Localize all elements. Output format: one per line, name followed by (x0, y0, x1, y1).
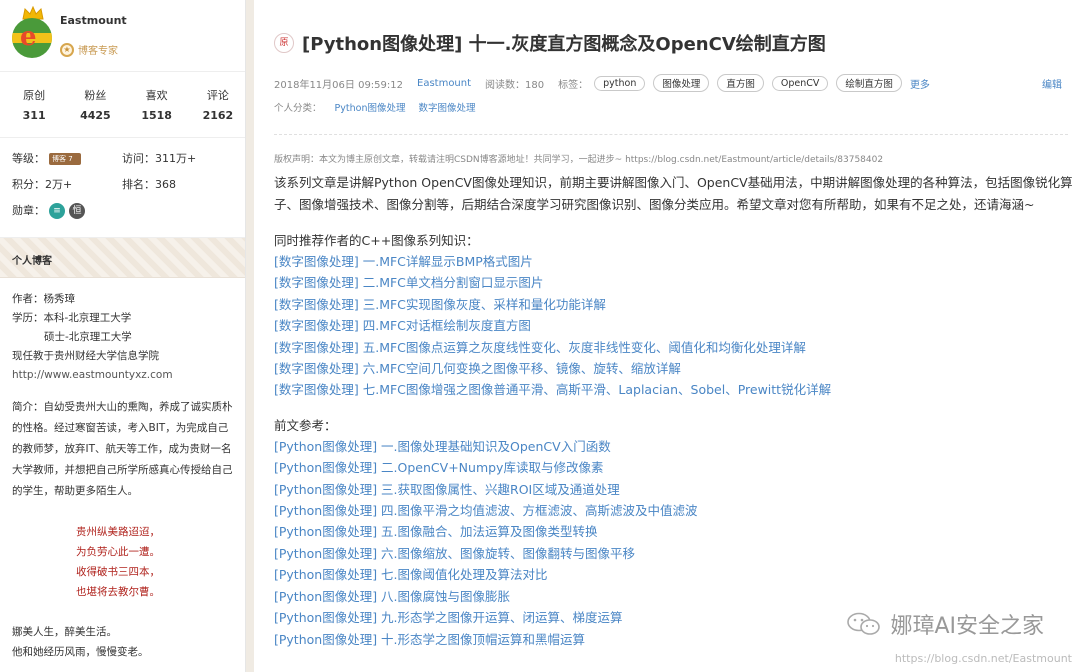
python-article-link[interactable]: [Python图像处理] 四.图像平滑之均值滤波、方框滤波、高斯滤波及中值滤波 (274, 500, 1074, 521)
more-tags-link[interactable]: 更多 (910, 76, 930, 91)
stat-value: 2162 (202, 109, 234, 122)
website-link[interactable]: http://www.eastmountyxz.com (12, 366, 233, 385)
stat-comments: 评论 2162 (191, 87, 245, 137)
stat-value: 1518 (141, 109, 172, 122)
poem-line: 贵州纵美路迢迢， (76, 526, 160, 538)
cpp-article-link[interactable]: [数字图像处理] 四.MFC对话框绘制灰度直方图 (274, 315, 1074, 336)
tag-image-processing[interactable]: 图像处理 (653, 74, 710, 92)
stat-label: 原创 (23, 89, 46, 102)
bio-closing-line: 娜美人生，醉美生活。 (12, 626, 117, 638)
rank-value: 368 (155, 178, 176, 191)
grade-label: 等级： (12, 152, 45, 165)
persistence-medal-icon[interactable]: 恒 (69, 203, 85, 219)
wechat-icon (847, 612, 881, 635)
python-article-link[interactable]: [Python图像处理] 一.图像处理基础知识及OpenCV入门函数 (274, 436, 1074, 457)
bio-closing-line: 他和她经历风雨，慢慢变老。 (12, 646, 149, 658)
category-row: 个人分类： Python图像处理 数字图像处理 (274, 100, 476, 114)
education-line: 硕士-北京理工大学 (44, 331, 132, 343)
previous-articles-heading: 前文参考： (274, 417, 337, 433)
edit-link[interactable]: 编辑 (1042, 76, 1062, 91)
bio-closing: 娜美人生，醉美生活。 他和她经历风雨，慢慢变老。 (12, 622, 233, 662)
article-main: 原 [Python图像处理] 十一.灰度直方图概念及OpenCV绘制直方图 20… (254, 0, 1080, 672)
stat-value: 311 (22, 109, 46, 122)
poem-line: 收得破书三四本， (76, 566, 160, 578)
title-row: 原 [Python图像处理] 十一.灰度直方图概念及OpenCV绘制直方图 (274, 30, 826, 56)
rank-label: 排名： (122, 178, 155, 191)
bio-intro: 简介：自幼受贵州大山的熏陶，养成了诚实质朴的性格。经过寒窗苦读，考入BIT，为完… (12, 401, 233, 497)
author-bio: 作者：杨秀璋 学历：本科-北京理工大学 硕士-北京理工大学 现任教于贵州财经大学… (0, 278, 245, 662)
read-count: 阅读数：180 (485, 79, 545, 91)
stat-label: 粉丝 (84, 89, 107, 102)
original-badge: 原 (274, 33, 294, 53)
stat-likes: 喜欢 1518 (130, 87, 184, 137)
series-intro: 该系列文章是讲解Python OpenCV图像处理知识，前期主要讲解图像入门、O… (274, 175, 1073, 212)
stat-label: 喜欢 (145, 89, 168, 102)
category-link[interactable]: 数字图像处理 (419, 103, 476, 114)
category-label: 个人分类： (274, 103, 322, 114)
copyright-notice: 版权声明：本文为博主原创文章，转载请注明CSDN博客源地址！共同学习，一起进步~… (274, 155, 884, 165)
tags-label: 标签： (558, 79, 589, 91)
url-watermark: https://blog.csdn.net/Eastmount (894, 652, 1072, 665)
visits-label: 访问： (122, 152, 155, 165)
profile-card: e Eastmount ★ 博客专家 (0, 0, 245, 72)
avatar-logo: e (12, 18, 52, 58)
poem-line: 为负劳心此一遭。 (76, 546, 160, 558)
sidebar-edge (246, 0, 254, 672)
author-link[interactable]: Eastmount (417, 78, 471, 89)
cpp-article-link[interactable]: [数字图像处理] 五.MFC图像点运算之灰度线性变化、灰度非线性变化、阈值化和均… (274, 337, 1074, 358)
cpp-series-heading: 同时推荐作者的C++图像系列知识： (274, 233, 479, 248)
article-body: 该系列文章是讲解Python OpenCV图像处理知识，前期主要讲解图像入门、O… (274, 172, 1074, 650)
publish-date: 2018年11月06日 09:59:12 (274, 79, 403, 91)
medals-label: 勋章： (12, 204, 45, 217)
level-badge-icon[interactable]: 博客 7 (49, 153, 81, 165)
grade-panel: 等级： 博客 7 访问：311万+ 积分：2万+ 排名：368 勋章： ≡ 恒 (0, 138, 245, 238)
cpp-article-link[interactable]: [数字图像处理] 六.MFC空间几何变换之图像平移、镜像、旋转、缩放详解 (274, 358, 1074, 379)
expert-badge: ★ 博客专家 (60, 42, 118, 57)
avatar[interactable]: e (12, 6, 54, 60)
wechat-watermark: 娜璋AI安全之家 (846, 608, 1044, 640)
python-article-link[interactable]: [Python图像处理] 六.图像缩放、图像旋转、图像翻转与图像平移 (274, 543, 1074, 564)
category-link[interactable]: Python图像处理 (335, 103, 406, 114)
medal-icon: ★ (60, 42, 74, 57)
stat-fans: 粉丝 4425 (68, 87, 122, 137)
poem-line: 也堪将去教尔曹。 (76, 586, 160, 598)
job-line: 现任教于贵州财经大学信息学院 (12, 350, 159, 362)
sidebar: e Eastmount ★ 博客专家 原创 311 粉丝 4425 喜欢 151… (0, 0, 254, 672)
visits-value: 311万+ (155, 152, 197, 165)
stat-original: 原创 311 (7, 87, 61, 137)
cpp-link-list: [数字图像处理] 一.MFC详解显示BMP格式图片 [数字图像处理] 二.MFC… (274, 251, 1074, 401)
points-value: 2万+ (45, 178, 73, 191)
python-article-link[interactable]: [Python图像处理] 七.图像阈值化处理及算法对比 (274, 564, 1074, 585)
tag-opencv[interactable]: OpenCV (771, 75, 829, 91)
python-article-link[interactable]: [Python图像处理] 三.获取图像属性、兴趣ROI区域及通道处理 (274, 479, 1074, 500)
python-article-link[interactable]: [Python图像处理] 五.图像融合、加法运算及图像类型转换 (274, 521, 1074, 542)
stats-row: 原创 311 粉丝 4425 喜欢 1518 评论 2162 (0, 72, 245, 138)
tag-histogram[interactable]: 直方图 (717, 74, 764, 92)
cpp-article-link[interactable]: [数字图像处理] 三.MFC实现图像灰度、采样和量化功能详解 (274, 294, 1074, 315)
article-meta: 2018年11月06日 09:59:12 Eastmount 阅读数：180 标… (274, 74, 1074, 92)
divider (274, 134, 1068, 135)
cpp-article-link[interactable]: [数字图像处理] 七.MFC图像增强之图像普通平滑、高斯平滑、Laplacian… (274, 379, 1074, 400)
tag-python[interactable]: python (594, 75, 646, 91)
stat-value: 4425 (80, 109, 111, 122)
python-article-link[interactable]: [Python图像处理] 八.图像腐蚀与图像膨胀 (274, 586, 1074, 607)
article-title: [Python图像处理] 十一.灰度直方图概念及OpenCV绘制直方图 (302, 34, 826, 55)
tag-draw-histogram[interactable]: 绘制直方图 (836, 74, 902, 92)
stat-label: 评论 (206, 89, 229, 102)
python-article-link[interactable]: [Python图像处理] 二.OpenCV+Numpy库读取与修改像素 (274, 457, 1074, 478)
column-medal-icon[interactable]: ≡ (49, 203, 65, 219)
education-line: 学历：本科-北京理工大学 (12, 312, 132, 324)
watermark-brand: 娜璋AI安全之家 (890, 614, 1044, 639)
cpp-article-link[interactable]: [数字图像处理] 二.MFC单文档分割窗口显示图片 (274, 272, 1074, 293)
points-label: 积分： (12, 178, 45, 191)
expert-label: 博客专家 (78, 46, 118, 57)
poem: 贵州纵美路迢迢， 为负劳心此一遭。 收得破书三四本， 也堪将去教尔曹。 (12, 522, 233, 602)
username[interactable]: Eastmount (60, 14, 127, 27)
personal-blog-heading: 个人博客 (0, 238, 245, 278)
author-line: 作者：杨秀璋 (12, 293, 75, 305)
cpp-article-link[interactable]: [数字图像处理] 一.MFC详解显示BMP格式图片 (274, 251, 1074, 272)
